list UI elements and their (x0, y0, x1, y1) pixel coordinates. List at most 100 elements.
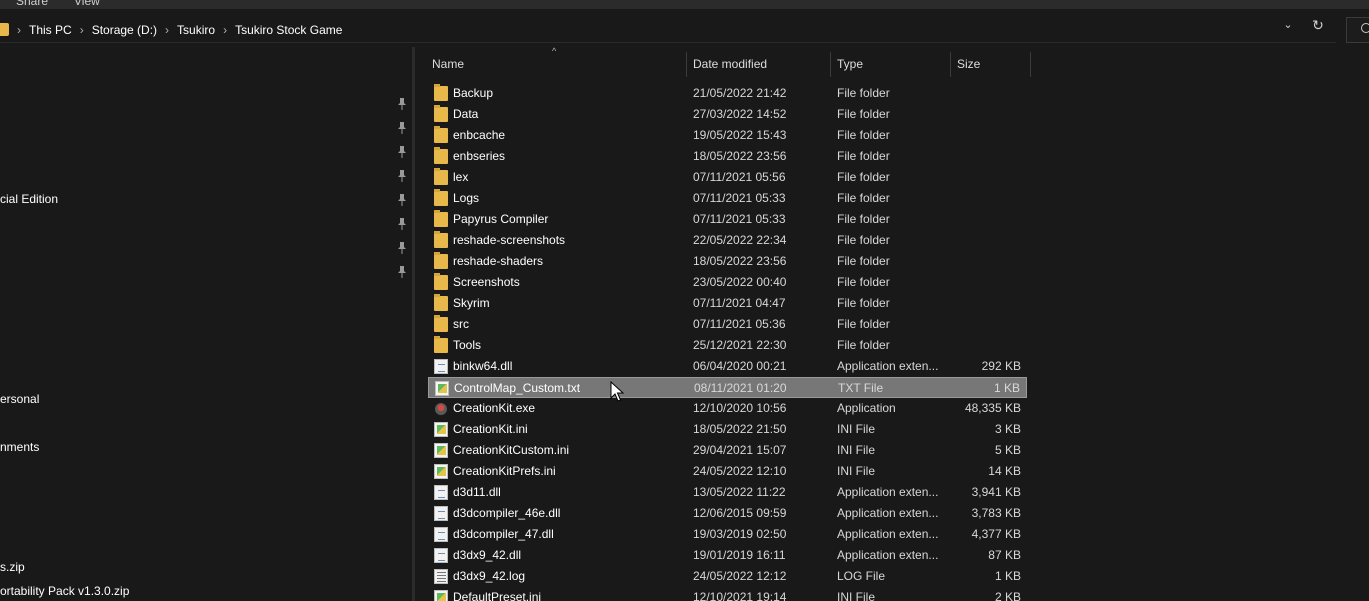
document-icon (434, 548, 448, 563)
file-type: Application (837, 401, 896, 415)
file-row[interactable]: DefaultPreset.ini 12/10/2021 19:14 INI Fil… (428, 587, 1027, 601)
pin-icon[interactable] (397, 266, 407, 278)
breadcrumb-tsukiro[interactable]: Tsukiro (177, 23, 215, 37)
file-row[interactable]: src 07/11/2021 05:36 File folder (428, 314, 1027, 335)
file-name: Screenshots (453, 275, 520, 289)
pin-icon[interactable] (397, 218, 407, 230)
file-date-modified: 07/11/2021 05:33 (693, 212, 786, 226)
file-date-modified: 08/11/2021 01:20 (694, 381, 787, 395)
file-date-modified: 24/05/2022 12:12 (693, 569, 787, 583)
file-date-modified: 07/11/2021 05:56 (693, 170, 786, 184)
breadcrumb-storage[interactable]: Storage (D:) (92, 23, 157, 37)
breadcrumb-this-pc[interactable]: This PC (29, 23, 72, 37)
file-date-modified: 07/11/2021 05:36 (693, 317, 786, 331)
address-bar[interactable]: › This PC › Storage (D:) › Tsukiro › Tsu… (0, 17, 1336, 43)
chevron-down-icon[interactable]: ⌄ (1280, 17, 1296, 33)
ribbon-tab-share[interactable]: Share (16, 0, 48, 8)
folder-icon (434, 252, 448, 269)
file-row[interactable]: Papyrus Compiler 07/11/2021 05:33 File fol… (428, 209, 1027, 230)
file-row[interactable]: CreationKitCustom.ini 29/04/2021 15:07 INI… (428, 440, 1027, 461)
nav-item[interactable]: cial Edition (0, 192, 58, 206)
file-row[interactable]: Skyrim 07/11/2021 04:47 File folder (428, 293, 1027, 314)
file-row[interactable]: d3dcompiler_46e.dll 12/06/2015 09:59 Appli… (428, 503, 1027, 524)
file-name: lex (453, 170, 469, 184)
navigation-pane: cial Edition ersonal nments s.zip ortabi… (0, 47, 412, 601)
file-name: d3dx9_42.log (453, 569, 526, 583)
chevron-right-icon[interactable]: › (165, 23, 169, 37)
column-header-date[interactable]: Date modified (687, 52, 831, 77)
file-type: Application exten... (837, 485, 939, 499)
file-type: Application exten... (837, 359, 939, 373)
column-header-name[interactable]: Name (426, 52, 687, 77)
nav-item[interactable]: s.zip (0, 560, 25, 574)
file-row[interactable]: Backup 21/05/2022 21:42 File folder (428, 83, 1027, 104)
file-type: File folder (837, 128, 890, 142)
file-type: File folder (837, 170, 890, 184)
file-type: LOG File (837, 569, 886, 583)
file-date-modified: 25/12/2021 22:30 (693, 338, 787, 352)
file-date-modified: 27/03/2022 14:52 (693, 107, 787, 121)
chevron-right-icon[interactable]: › (17, 23, 21, 37)
file-date-modified: 18/05/2022 23:56 (693, 149, 787, 163)
file-type: Application exten... (837, 506, 939, 520)
file-name: d3dx9_42.dll (453, 548, 522, 562)
file-name: reshade-screenshots (453, 233, 566, 247)
file-row[interactable]: Screenshots 23/05/2022 00:40 File folder (428, 272, 1027, 293)
file-size: 14 KB (988, 464, 1021, 478)
nav-item[interactable]: ortability Pack v1.3.0.zip (0, 584, 129, 598)
chevron-right-icon[interactable]: › (223, 23, 227, 37)
file-row[interactable]: d3dcompiler_47.dll 19/03/2019 02:50 Applic… (428, 524, 1027, 545)
pin-icon[interactable] (397, 122, 407, 134)
file-row[interactable]: d3dx9_42.log 24/05/2022 12:12 LOG File 1 KB (428, 566, 1027, 587)
folder-icon (434, 84, 448, 101)
file-row[interactable]: reshade-screenshots 22/05/2022 22:34 File … (428, 230, 1027, 251)
file-row[interactable]: reshade-shaders 18/05/2022 23:56 File fold… (428, 251, 1027, 272)
file-name: Logs (453, 191, 480, 205)
file-row[interactable]: d3d11.dll 13/05/2022 11:22 Application ext… (428, 482, 1027, 503)
file-row[interactable]: CreationKit.exe 12/10/2020 10:56 Applicati… (428, 398, 1027, 419)
pin-icon[interactable] (397, 194, 407, 206)
file-name: enbseries (453, 149, 506, 163)
pin-icon[interactable] (397, 146, 407, 158)
ribbon-tab-view[interactable]: View (74, 0, 100, 8)
file-size: 3,941 KB (971, 485, 1021, 499)
file-type: INI File (837, 443, 876, 457)
column-header-size[interactable]: Size (951, 52, 1031, 77)
refresh-icon[interactable]: ↻ (1309, 16, 1327, 34)
file-size: 48,335 KB (964, 401, 1021, 415)
file-date-modified: 12/10/2021 19:14 (693, 590, 787, 601)
file-size: 292 KB (981, 359, 1021, 373)
file-row[interactable]: enbcache 19/05/2022 15:43 File folder (428, 125, 1027, 146)
file-row[interactable]: binkw64.dll 06/04/2020 00:21 Application e… (428, 356, 1027, 377)
sort-ascending-icon: ^ (552, 46, 557, 56)
settings-file-icon (434, 422, 448, 437)
nav-item[interactable]: nments (0, 440, 39, 454)
breadcrumb-current[interactable]: Tsukiro Stock Game (235, 23, 342, 37)
file-row[interactable]: lex 07/11/2021 05:56 File folder (428, 167, 1027, 188)
pin-icon[interactable] (397, 98, 407, 110)
file-row[interactable]: CreationKitPrefs.ini 24/05/2022 12:10 INI … (428, 461, 1027, 482)
file-type: File folder (837, 233, 890, 247)
file-type: Application exten... (837, 548, 939, 562)
chevron-right-icon[interactable]: › (80, 23, 84, 37)
mouse-cursor-icon (610, 381, 624, 402)
column-header-type[interactable]: Type (831, 52, 951, 77)
pin-icon[interactable] (397, 170, 407, 182)
file-row[interactable]: Data 27/03/2022 14:52 File folder (428, 104, 1027, 125)
file-row[interactable]: CreationKit.ini 18/05/2022 21:50 INI File 3… (428, 419, 1027, 440)
nav-item[interactable]: ersonal (0, 392, 39, 406)
file-size: 3,783 KB (971, 506, 1021, 520)
address-bar-row: › This PC › Storage (D:) › Tsukiro › Tsu… (0, 9, 1369, 47)
file-row[interactable]: Tools 25/12/2021 22:30 File folder (428, 335, 1027, 356)
file-type: INI File (837, 590, 876, 601)
document-icon (434, 485, 448, 500)
column-header-row: Name ^ Date modified Type Size (415, 46, 1031, 77)
file-row[interactable]: ControlMap_Custom.txt 08/11/2021 01:20 TXT… (428, 377, 1027, 398)
pin-icon[interactable] (397, 242, 407, 254)
file-type: File folder (837, 317, 890, 331)
file-row[interactable]: d3dx9_42.dll 19/01/2019 16:11 Application … (428, 545, 1027, 566)
file-row[interactable]: Logs 07/11/2021 05:33 File folder (428, 188, 1027, 209)
file-row[interactable]: enbseries 18/05/2022 23:56 File folder (428, 146, 1027, 167)
file-list: Name ^ Date modified Type Size Backup 21/… (415, 46, 1369, 601)
file-date-modified: 23/05/2022 00:40 (693, 275, 787, 289)
